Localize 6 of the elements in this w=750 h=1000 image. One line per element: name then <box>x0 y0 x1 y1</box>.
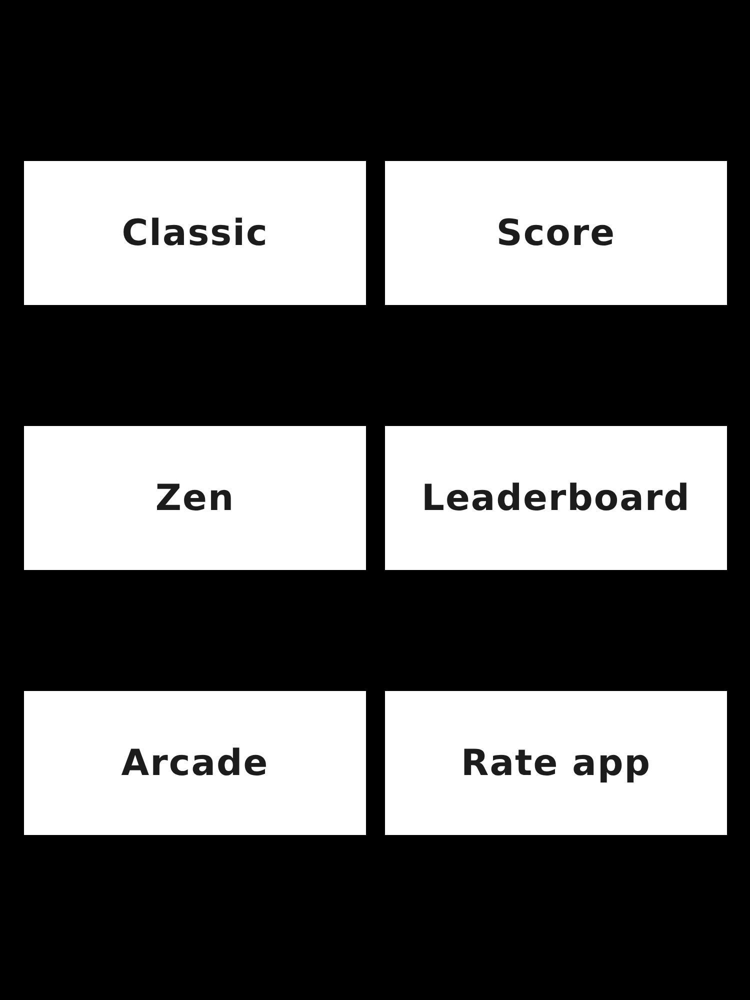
menu-button[interactable]: Arcade <box>24 691 366 835</box>
menu-button[interactable]: Classic <box>24 161 366 305</box>
menu-button[interactable]: Zen <box>24 426 366 570</box>
menu-button[interactable]: Rate app <box>385 691 727 835</box>
menu-button[interactable]: Leaderboard <box>385 426 727 570</box>
menu-button[interactable]: Score <box>385 161 727 305</box>
